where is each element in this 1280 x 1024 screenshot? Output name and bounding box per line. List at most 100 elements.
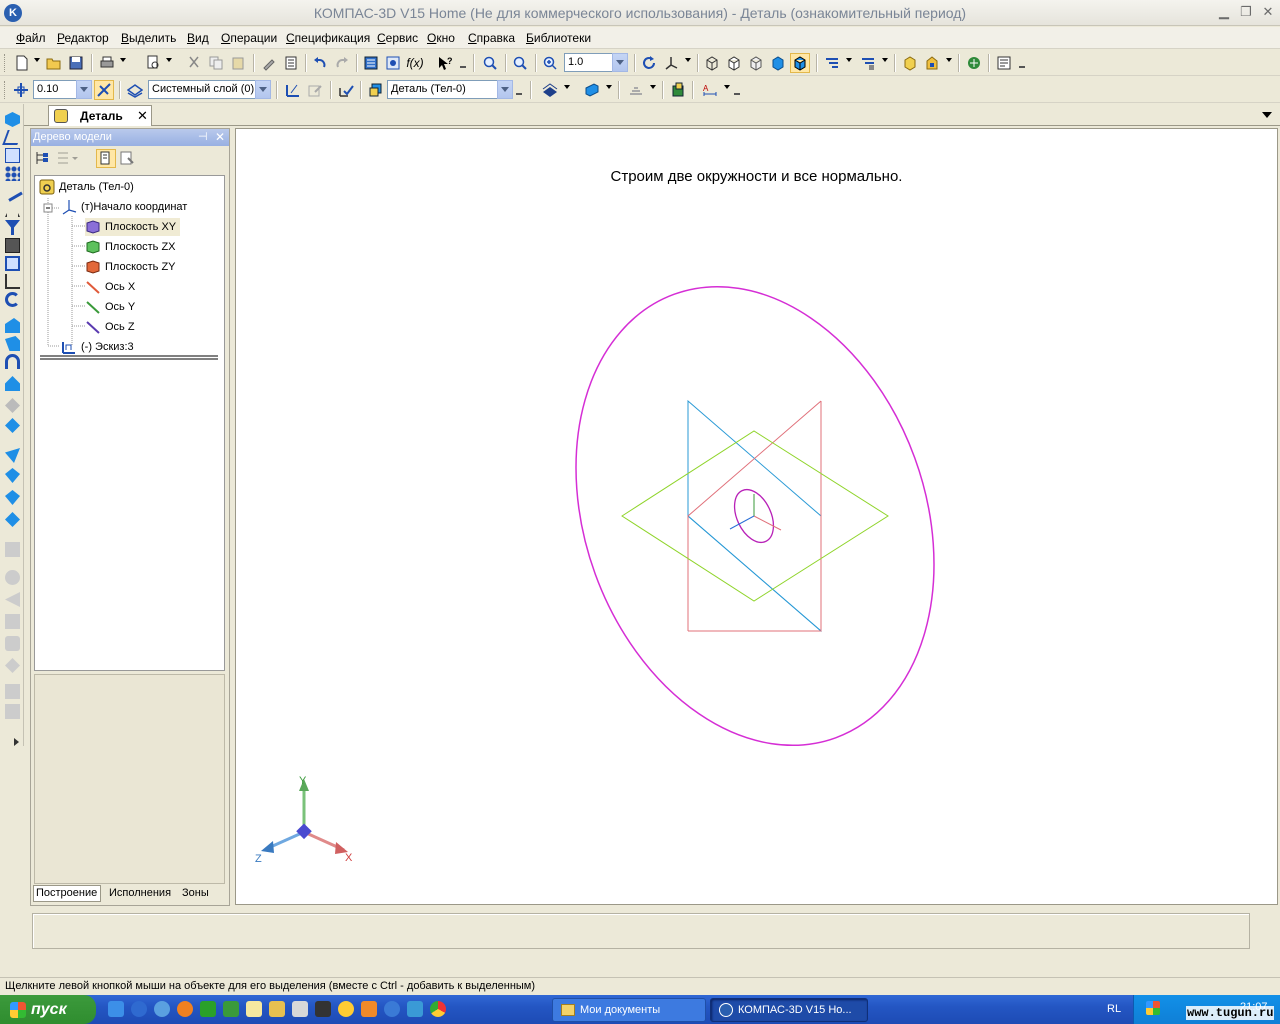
tab-executions[interactable]: Исполнения xyxy=(109,887,171,899)
menu-specification[interactable]: Спецификация xyxy=(286,31,370,45)
menu-service[interactable]: Сервис xyxy=(377,31,418,45)
tree-item-axis-z[interactable]: Ось Z xyxy=(85,318,135,336)
surface-icon[interactable] xyxy=(5,542,20,557)
tree-view-mode-icon[interactable] xyxy=(56,150,86,168)
new-file-icon[interactable] xyxy=(12,53,32,73)
edit-details-icon[interactable] xyxy=(5,148,20,163)
paste-icon[interactable] xyxy=(228,53,248,73)
tree-item-plane-zy[interactable]: Плоскость ZY xyxy=(85,258,176,276)
tab-build[interactable]: Построение xyxy=(36,887,97,899)
print-icon[interactable] xyxy=(97,53,117,73)
calculator-icon[interactable] xyxy=(292,1001,308,1017)
kompas-quick-icon[interactable] xyxy=(384,1001,400,1017)
tab-zones[interactable]: Зоны xyxy=(182,887,209,899)
detail-dropdown-button[interactable] xyxy=(497,80,513,99)
menu-view[interactable]: Вид xyxy=(187,31,209,45)
assembly-icon[interactable] xyxy=(922,53,942,73)
redo-icon[interactable] xyxy=(332,53,352,73)
tree-order-icon[interactable] xyxy=(96,149,116,168)
tree-structure-icon[interactable] xyxy=(34,150,54,168)
bend-icon[interactable] xyxy=(5,592,20,607)
tree-item-axis-y[interactable]: Ось Y xyxy=(85,298,135,316)
zoom-in-icon[interactable] xyxy=(540,53,560,73)
zoom-dropdown-button[interactable] xyxy=(612,53,628,72)
chamfer-icon[interactable] xyxy=(5,448,20,463)
firefox-icon[interactable] xyxy=(177,1001,193,1017)
game-app-icon[interactable] xyxy=(315,1001,331,1017)
sketch-mode-icon[interactable] xyxy=(283,80,303,100)
maximize-icon[interactable]: ❐ xyxy=(1236,3,1256,21)
mass-properties-icon[interactable] xyxy=(626,80,646,100)
zoom-input[interactable]: 1.0 xyxy=(564,53,614,72)
curves-icon[interactable] xyxy=(2,130,23,145)
menu-window[interactable]: Окно xyxy=(427,31,455,45)
tab-detail[interactable]: Деталь ✕ xyxy=(48,105,152,126)
hole-icon[interactable] xyxy=(5,468,20,483)
hidden-lines-icon[interactable] xyxy=(724,53,744,73)
menu-operations[interactable]: Операции xyxy=(221,31,277,45)
loft-icon[interactable] xyxy=(5,376,20,391)
parametric-icon[interactable] xyxy=(336,80,356,100)
media-player-icon[interactable] xyxy=(131,1001,147,1017)
help-pointer-icon[interactable]: ? xyxy=(435,53,455,73)
menu-file[interactable]: Файл xyxy=(16,31,46,45)
task-kompas[interactable]: КОМПАС-3D V15 Ho... xyxy=(710,998,868,1022)
tree-item-origin[interactable]: (т)Начало координат xyxy=(61,198,187,216)
notepad-icon[interactable] xyxy=(246,1001,262,1017)
cut-icon[interactable] xyxy=(184,53,204,73)
step-dropdown-button[interactable] xyxy=(76,80,92,99)
properties-icon[interactable] xyxy=(281,53,301,73)
detail-select[interactable]: Деталь (Тел-0) xyxy=(387,80,499,99)
menu-select[interactable]: Выделить xyxy=(121,31,176,45)
zoom-window-icon[interactable] xyxy=(480,53,500,73)
rotate-icon[interactable] xyxy=(639,53,659,73)
spec-panel-icon[interactable] xyxy=(5,238,20,253)
layer-select[interactable]: Системный слой (0) xyxy=(148,80,256,99)
elements-icon[interactable] xyxy=(5,274,20,289)
variables-icon[interactable] xyxy=(383,53,403,73)
tab-close-icon[interactable]: ✕ xyxy=(137,108,148,124)
menu-editor[interactable]: Редактор xyxy=(57,31,109,45)
stamp-icon[interactable] xyxy=(5,636,20,651)
sheet-metal-icon[interactable] xyxy=(5,570,20,585)
tab-list-dropdown-icon[interactable] xyxy=(1262,112,1272,118)
start-button[interactable]: пуск xyxy=(0,995,96,1024)
tree-item-axis-x[interactable]: Ось X xyxy=(85,278,135,296)
function-icon[interactable]: f(x) xyxy=(405,53,425,73)
save-icon[interactable] xyxy=(66,53,86,73)
manager-icon[interactable] xyxy=(361,53,381,73)
rotation-icon[interactable] xyxy=(5,292,20,307)
tray-flag-icon[interactable] xyxy=(1146,1001,1160,1015)
preview-icon[interactable] xyxy=(143,53,163,73)
mesh-icon[interactable] xyxy=(5,658,20,673)
copy-icon[interactable] xyxy=(206,53,226,73)
extrude-icon[interactable] xyxy=(5,318,20,333)
green-app-icon[interactable] xyxy=(200,1001,216,1017)
layer-icon[interactable] xyxy=(125,80,145,100)
sweep-icon[interactable] xyxy=(5,354,20,369)
language-indicator[interactable]: RL xyxy=(1107,1003,1121,1015)
part-icon[interactable] xyxy=(900,53,920,73)
detail-selector-icon[interactable] xyxy=(366,80,386,100)
wireframe-icon[interactable] xyxy=(702,53,722,73)
menu-help[interactable]: Справка xyxy=(468,31,515,45)
blender-icon[interactable] xyxy=(361,1001,377,1017)
step-cursor-icon[interactable] xyxy=(11,80,31,100)
pin-icon[interactable]: ⊣ xyxy=(198,130,208,143)
panel-close-icon[interactable]: ✕ xyxy=(215,130,225,144)
task-my-documents[interactable]: Мои документы xyxy=(552,998,706,1022)
cut-extrude-icon[interactable] xyxy=(5,398,20,413)
material-icon[interactable] xyxy=(582,80,602,100)
puzzle-app-icon[interactable] xyxy=(223,1001,239,1017)
expand-arrow-icon[interactable] xyxy=(14,738,19,746)
step-input[interactable]: 0.10 xyxy=(33,80,77,99)
dimension-icon[interactable]: A xyxy=(700,80,720,100)
geometry-icon[interactable] xyxy=(5,112,20,127)
ie-icon[interactable] xyxy=(108,1001,124,1017)
open-file-icon[interactable] xyxy=(44,53,64,73)
chrome-icon[interactable] xyxy=(430,1001,446,1017)
shaded-icon[interactable] xyxy=(768,53,788,73)
tree-settings-icon[interactable] xyxy=(119,150,139,168)
flange-icon[interactable] xyxy=(5,614,20,629)
minimize-icon[interactable]: ▁ xyxy=(1214,3,1234,21)
